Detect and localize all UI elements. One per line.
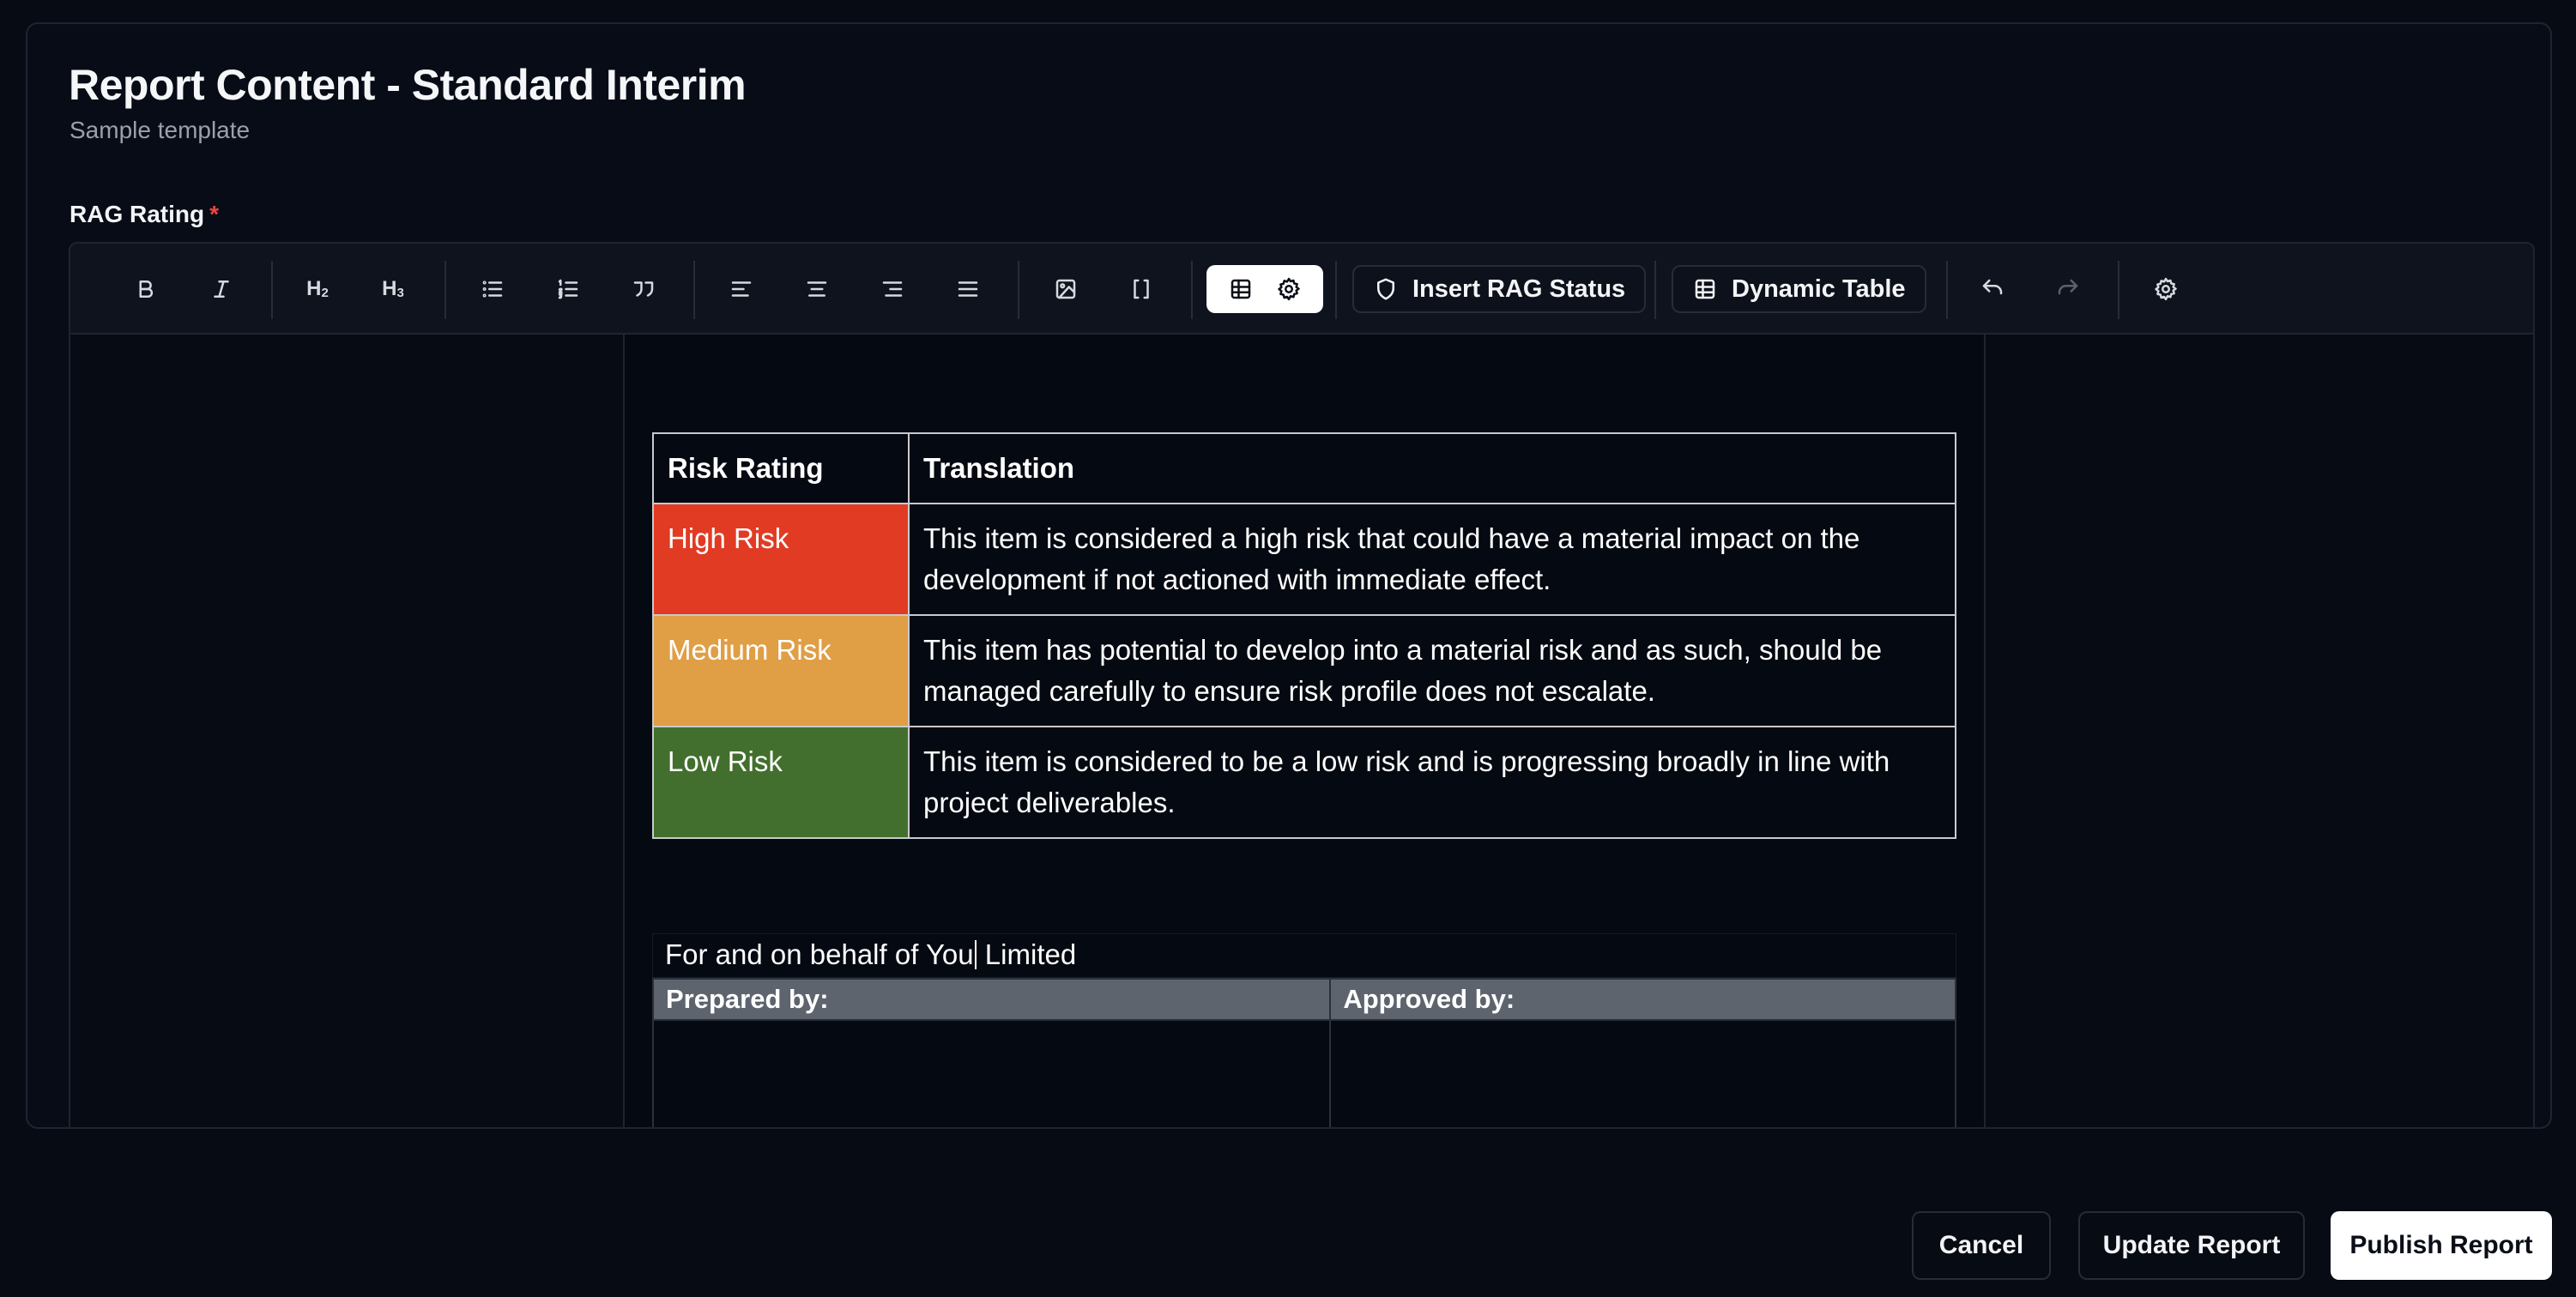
insert-placeholder-button[interactable] bbox=[1117, 265, 1165, 313]
table-row: High Risk This item is considered a high … bbox=[652, 503, 1956, 616]
heading-3-button[interactable]: H3 bbox=[369, 265, 417, 313]
risk-rating-cell[interactable]: Medium Risk bbox=[652, 614, 910, 727]
translation-cell[interactable]: This item has potential to develop into … bbox=[908, 614, 1956, 727]
insert-rag-status-label: Insert RAG Status bbox=[1412, 274, 1626, 303]
rag-rating-label-text: RAG Rating bbox=[70, 201, 205, 227]
page-subtitle: Sample template bbox=[70, 117, 251, 143]
bold-icon bbox=[139, 281, 154, 298]
approved-by-cell[interactable] bbox=[1329, 1019, 1956, 1127]
gear-icon bbox=[1278, 277, 1300, 301]
editor-canvas: Risk Rating Translation High Risk This it… bbox=[70, 335, 2533, 1127]
approved-by-header[interactable]: Approved by: bbox=[1329, 978, 1956, 1021]
bullet-list-icon bbox=[482, 281, 503, 298]
signature-header-row: Prepared by: Approved by: bbox=[651, 978, 1956, 1021]
behalf-line[interactable]: For and on behalf of You Limited bbox=[652, 933, 1956, 978]
toolbar-divider bbox=[1654, 261, 1656, 319]
editor-settings-button[interactable] bbox=[2142, 265, 2190, 313]
undo-icon bbox=[1982, 279, 2003, 295]
italic-button[interactable] bbox=[197, 265, 245, 313]
heading-3-icon: H3 bbox=[382, 277, 404, 301]
ordered-list-icon bbox=[558, 279, 578, 299]
toolbar-divider bbox=[2118, 261, 2119, 319]
rag-table[interactable]: Risk Rating Translation High Risk This it… bbox=[652, 432, 1956, 839]
italic-icon bbox=[214, 281, 229, 298]
table-row: Low Risk This item is considered to be a … bbox=[652, 726, 1956, 839]
h2-level: 2 bbox=[321, 286, 329, 300]
align-justify-icon bbox=[958, 281, 978, 297]
risk-rating-cell[interactable]: High Risk bbox=[652, 503, 910, 616]
h2-letter: H bbox=[306, 277, 322, 300]
align-right-icon bbox=[882, 281, 903, 297]
publish-report-button[interactable]: Publish Report bbox=[2331, 1211, 2552, 1280]
blockquote-button[interactable] bbox=[620, 265, 668, 313]
rich-text-editor[interactable]: H2 H3 Insert RAG Status Dynamic Table Ri… bbox=[69, 242, 2535, 1127]
behalf-text-start: For and on behalf of You bbox=[665, 938, 974, 970]
rag-rating-label: RAG Rating * bbox=[70, 201, 219, 228]
text-cursor bbox=[974, 940, 977, 969]
dynamic-table-button[interactable]: Dynamic Table bbox=[1672, 265, 1926, 313]
ordered-list-button[interactable] bbox=[544, 265, 592, 313]
heading-2-button[interactable]: H2 bbox=[293, 265, 342, 313]
table-tools-group bbox=[1206, 265, 1323, 313]
redo-icon bbox=[2058, 279, 2078, 295]
undo-button[interactable] bbox=[1968, 265, 2017, 313]
prepared-by-cell[interactable] bbox=[651, 1019, 1332, 1127]
quote-icon bbox=[633, 281, 654, 297]
image-icon bbox=[1055, 279, 1076, 299]
toolbar-divider bbox=[1946, 261, 1948, 319]
risk-rating-cell[interactable]: Low Risk bbox=[652, 726, 910, 839]
align-center-button[interactable] bbox=[793, 265, 841, 313]
page-title: Report Content - Standard Interim bbox=[69, 61, 747, 109]
insert-image-button[interactable] bbox=[1042, 265, 1090, 313]
table-icon bbox=[1231, 279, 1251, 299]
signature-table[interactable]: Prepared by: Approved by: bbox=[651, 978, 1956, 1127]
toolbar-divider bbox=[271, 261, 273, 319]
insert-table-button[interactable] bbox=[1217, 265, 1265, 313]
table-header-row: Risk Rating Translation bbox=[652, 432, 1956, 504]
translation-cell[interactable]: This item is considered to be a low risk… bbox=[908, 726, 1956, 839]
dynamic-table-label: Dynamic Table bbox=[1732, 274, 1906, 303]
align-left-icon bbox=[731, 281, 752, 297]
justify-button[interactable] bbox=[944, 265, 992, 313]
table-settings-button[interactable] bbox=[1265, 265, 1313, 313]
toolbar-divider bbox=[1018, 261, 1019, 319]
signature-block: For and on behalf of You Limited Prepare… bbox=[651, 933, 1956, 1127]
signature-content-row bbox=[651, 1019, 1956, 1127]
align-right-button[interactable] bbox=[868, 265, 916, 313]
toolbar-divider bbox=[693, 261, 695, 319]
header-risk-rating[interactable]: Risk Rating bbox=[652, 432, 910, 504]
shield-icon bbox=[1377, 278, 1394, 300]
gear-icon bbox=[2155, 277, 2177, 301]
table-icon bbox=[1695, 279, 1715, 299]
h3-letter: H bbox=[382, 277, 397, 300]
redo-button[interactable] bbox=[2044, 265, 2092, 313]
align-center-icon bbox=[807, 281, 827, 297]
h3-level: 3 bbox=[396, 286, 404, 300]
report-content-card: Report Content - Standard Interim Sample… bbox=[26, 22, 2552, 1129]
required-marker: * bbox=[209, 201, 220, 227]
behalf-text-end: Limited bbox=[977, 938, 1077, 970]
align-left-button[interactable] bbox=[717, 265, 765, 313]
update-report-button[interactable]: Update Report bbox=[2078, 1211, 2305, 1280]
prepared-by-header[interactable]: Prepared by: bbox=[651, 978, 1332, 1021]
editor-toolbar: H2 H3 Insert RAG Status Dynamic Table bbox=[70, 244, 2533, 335]
translation-cell[interactable]: This item is considered a high risk that… bbox=[908, 503, 1956, 616]
table-row: Medium Risk This item has potential to de… bbox=[652, 614, 1956, 727]
bold-button[interactable] bbox=[122, 265, 170, 313]
heading-2-icon: H2 bbox=[306, 277, 329, 301]
toolbar-divider bbox=[1335, 261, 1337, 319]
header-translation[interactable]: Translation bbox=[908, 432, 1956, 504]
document-page[interactable]: Risk Rating Translation High Risk This it… bbox=[623, 335, 1986, 1127]
cancel-button[interactable]: Cancel bbox=[1912, 1211, 2051, 1280]
toolbar-divider bbox=[444, 261, 446, 319]
insert-rag-status-button[interactable]: Insert RAG Status bbox=[1352, 265, 1647, 313]
toolbar-divider bbox=[1191, 261, 1193, 319]
brackets-icon bbox=[1134, 279, 1149, 299]
bullet-list-button[interactable] bbox=[469, 265, 517, 313]
